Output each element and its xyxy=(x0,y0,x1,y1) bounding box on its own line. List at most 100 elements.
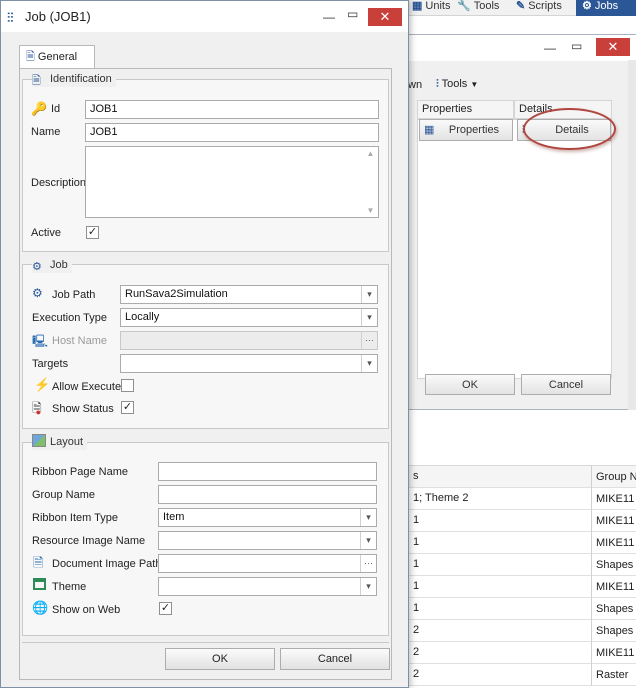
wrench-icon: 🔧 xyxy=(457,0,471,12)
group-name-label: Group Name xyxy=(32,489,95,501)
layout-header: Layout xyxy=(32,434,88,450)
minimize-icon[interactable]: — xyxy=(544,41,556,55)
background-window-titlebar: — ▭ ✕ xyxy=(406,35,636,61)
targets-combo[interactable]: ▾ xyxy=(120,354,378,373)
background-panel-strip xyxy=(628,60,636,410)
chevron-down-icon[interactable]: ▾ xyxy=(360,532,376,549)
layout-icon xyxy=(32,434,46,447)
key-icon: 🔑 xyxy=(31,101,48,116)
job-dialog: ⫶⫶ Job (JOB1) — ▭ ✕ 🗎 General 🗎 Identific… xyxy=(0,0,409,688)
background-window: — ▭ ✕ wn ⫶ Tools ▼ Properties Details ▦ … xyxy=(405,34,636,410)
theme-combo[interactable]: ▾ xyxy=(158,577,377,596)
info-document-icon: 🗎 xyxy=(32,75,41,87)
ribbon-jobs[interactable]: ⚙ Jobs xyxy=(576,0,636,16)
ellipsis-icon[interactable]: ··· xyxy=(360,555,376,572)
cancel-button[interactable]: Cancel xyxy=(280,648,390,670)
units-icon: ▦ xyxy=(412,0,423,12)
active-label: Active xyxy=(31,227,61,239)
tab-general[interactable]: 🗎 General xyxy=(19,45,95,69)
job-header: ⚙ Job xyxy=(32,257,72,273)
gears-icon: ⚙ xyxy=(32,261,42,273)
checkmark-icon: ✓ xyxy=(87,226,98,238)
background-data-grid: s Group Na 1; Theme 2MIKE11 F 1MIKE11 F … xyxy=(405,465,636,688)
info-document-icon: 🗎 xyxy=(26,51,35,63)
ellipsis-icon: ··· xyxy=(361,332,377,349)
allow-execute-checkbox[interactable] xyxy=(121,379,134,392)
document-icon: 🗎 xyxy=(33,555,44,570)
host-name-label: Host Name xyxy=(52,335,108,347)
dialog-titlebar: ⫶⫶ Job (JOB1) — ▭ ✕ xyxy=(1,1,408,32)
chevron-down-icon[interactable]: ▾ xyxy=(361,355,377,372)
maximize-icon[interactable]: ▭ xyxy=(347,7,358,21)
ribbon-item-type-label: Ribbon Item Type xyxy=(32,512,119,524)
name-field[interactable]: JOB1 xyxy=(85,123,379,142)
show-status-checkbox[interactable]: ✓ xyxy=(121,401,134,414)
allow-execute-label: Allow Execute xyxy=(52,381,122,393)
close-icon[interactable]: ✕ xyxy=(596,38,630,56)
active-checkbox[interactable]: ✓ xyxy=(86,226,99,239)
ribbon-tools[interactable]: 🔧 Tools xyxy=(457,0,499,16)
table-icon: ▦ xyxy=(424,124,435,136)
table-row[interactable]: 2MIKE11 F xyxy=(405,642,636,664)
toolbar-partial-label: wn xyxy=(408,79,423,91)
execution-type-combo[interactable]: Locally ▾ xyxy=(120,308,378,327)
status-warning-icon: 🗎● xyxy=(32,401,42,417)
table-row[interactable]: 1; Theme 2MIKE11 F xyxy=(405,488,636,510)
table-row[interactable]: 1 Shapes xyxy=(405,554,636,576)
table-row[interactable]: 1 Shapes xyxy=(405,598,636,620)
targets-label: Targets xyxy=(32,358,69,370)
minimize-icon[interactable]: — xyxy=(323,10,335,24)
jobs-icon: ⚙ xyxy=(582,0,592,12)
dialog-title: Job (JOB1) xyxy=(25,9,91,24)
name-label: Name xyxy=(31,126,61,138)
theme-icon xyxy=(33,578,46,590)
execution-type-label: Execution Type xyxy=(32,312,108,324)
show-on-web-checkbox[interactable]: ✓ xyxy=(159,602,172,615)
lightning-icon: ⚡ xyxy=(34,377,51,392)
description-field[interactable]: ▲ ▼ xyxy=(85,146,379,218)
sliders-icon: ⫶⫶ xyxy=(7,10,14,25)
ribbon-scripts[interactable]: ✎ Scripts xyxy=(516,0,562,16)
resource-image-name-label: Resource Image Name xyxy=(32,535,146,547)
chevron-down-icon[interactable]: ▾ xyxy=(361,286,377,303)
scroll-up-icon[interactable]: ▲ xyxy=(365,149,376,158)
ribbon-units[interactable]: ▦ Units xyxy=(412,0,450,16)
scripts-icon: ✎ xyxy=(516,0,526,12)
ribbon-page-name-field[interactable] xyxy=(158,462,377,481)
footer-divider xyxy=(22,642,389,643)
ribbon-page-name-label: Ribbon Page Name xyxy=(32,466,129,478)
ribbon-item-type-combo[interactable]: Item ▾ xyxy=(158,508,377,527)
chevron-down-icon[interactable]: ▾ xyxy=(360,578,376,595)
description-label: Description xyxy=(31,177,87,189)
chevron-down-icon[interactable]: ▾ xyxy=(361,309,377,326)
resource-image-name-combo[interactable]: ▾ xyxy=(158,531,377,550)
properties-button[interactable]: ▦ Properties xyxy=(419,119,513,141)
background-cancel-button[interactable]: Cancel xyxy=(521,374,611,395)
globe-icon: 🌐 xyxy=(32,600,49,615)
table-row[interactable]: 2 Raster xyxy=(405,664,636,686)
table-row[interactable]: 1MIKE11 F xyxy=(405,532,636,554)
id-field[interactable]: JOB1 xyxy=(85,100,379,119)
table-row[interactable]: 1MIKE11 F xyxy=(405,510,636,532)
ok-button[interactable]: OK xyxy=(165,648,275,670)
maximize-icon[interactable]: ▭ xyxy=(571,39,582,53)
job-path-combo[interactable]: RunSava2Simulation ▾ xyxy=(120,285,378,304)
tools-menu[interactable]: ⫶ Tools ▼ xyxy=(436,78,478,91)
theme-label: Theme xyxy=(52,581,87,593)
document-image-path-label: Document Image Path xyxy=(52,558,162,570)
document-image-path-field[interactable]: ··· xyxy=(158,554,377,573)
job-path-label: Job Path xyxy=(52,289,96,301)
id-label: Id xyxy=(51,103,61,115)
close-icon[interactable]: ✕ xyxy=(368,8,402,26)
background-ok-button[interactable]: OK xyxy=(425,374,515,395)
group-name-field[interactable] xyxy=(158,485,377,504)
column-header-properties[interactable]: Properties xyxy=(417,100,514,119)
scroll-down-icon[interactable]: ▼ xyxy=(365,206,376,215)
sliders-icon: ⫶ xyxy=(436,78,439,90)
dropdown-arrow-icon: ▼ xyxy=(470,80,479,89)
computer-icon: 🖳 xyxy=(32,334,49,348)
chevron-down-icon[interactable]: ▾ xyxy=(360,509,376,526)
checkmark-icon: ✓ xyxy=(122,401,133,413)
table-row[interactable]: 1MIKE11 F xyxy=(405,576,636,598)
table-row[interactable]: 2 Shapes xyxy=(405,620,636,642)
